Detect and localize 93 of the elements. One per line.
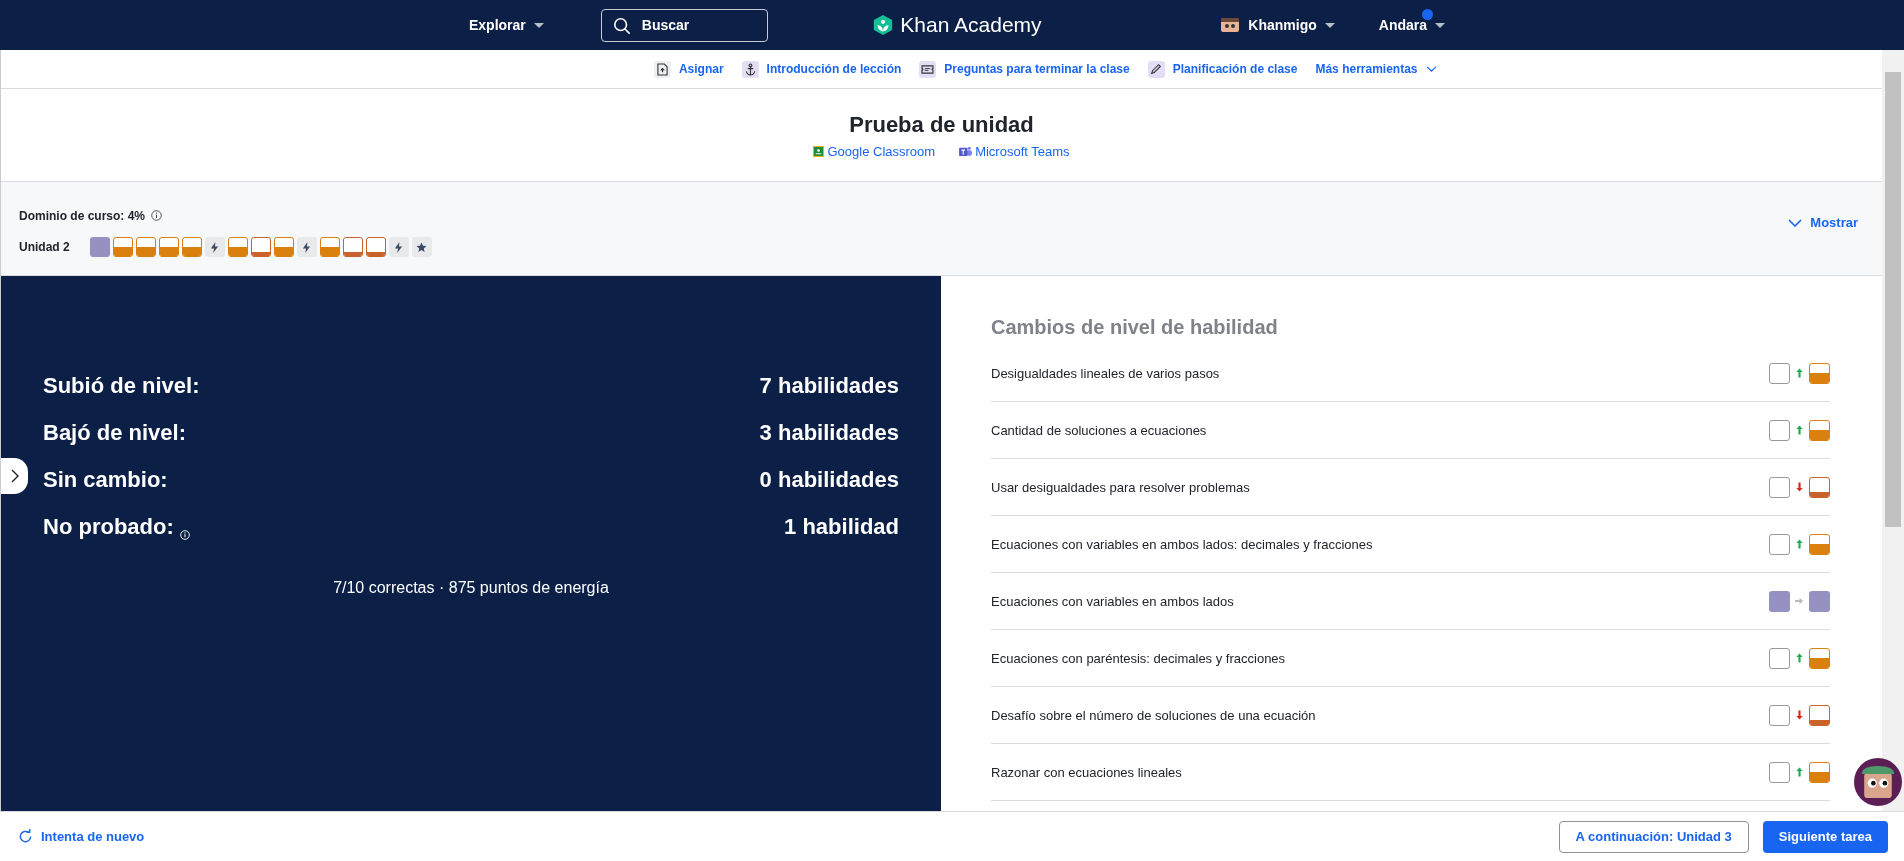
stat-label: Sin cambio:: [43, 467, 168, 493]
teacher-tool-link[interactable]: Preguntas para terminar la clase: [919, 60, 1130, 78]
stat-value: 1 habilidad: [784, 514, 899, 540]
retry-link[interactable]: Intenta de nuevo: [18, 829, 145, 844]
search-icon: [612, 16, 631, 35]
skill-name: Ecuaciones con paréntesis: decimales y fracciones: [991, 650, 1286, 666]
leaf-logo-icon: [872, 13, 895, 37]
skill-name: Ecuaciones con variables en ambos lados: [991, 593, 1234, 609]
chevron-right-icon: [10, 469, 19, 483]
teacher-tool-link[interactable]: Asignar: [653, 60, 724, 78]
mastered-square-icon: [1809, 590, 1830, 612]
info-icon: [179, 530, 190, 540]
arrow-down-icon: [1795, 481, 1804, 493]
proficient-square-icon: [1809, 647, 1830, 669]
document-icon: [653, 60, 671, 78]
site-logo[interactable]: Khan Academy: [872, 13, 1042, 37]
classroom-icon: [813, 145, 825, 157]
skill-name: Ecuaciones con variables en ambos lados: decimales y fracciones: [991, 536, 1373, 552]
stat-label: Subió de nivel:: [43, 373, 200, 399]
empty-square-icon: [1769, 704, 1790, 726]
skill-name: Cantidad de soluciones a ecuaciones: [991, 422, 1207, 438]
lightning-icon[interactable]: [204, 237, 225, 257]
chevron-down-icon: [1788, 218, 1803, 227]
proficient-square-icon[interactable]: [158, 237, 179, 257]
next-unit-button[interactable]: A continuación: Unidad 3: [1558, 820, 1749, 853]
familiar-square-icon[interactable]: [342, 237, 363, 257]
expand-side-tab[interactable]: [1, 458, 28, 494]
empty-square-icon: [1769, 761, 1790, 783]
familiar-square-icon: [1809, 476, 1830, 498]
chevron-down-icon: [1425, 65, 1437, 73]
proficient-square-icon: [1809, 362, 1830, 384]
notification-dot-icon: [1422, 9, 1433, 20]
course-mastery-label: Dominio de curso: 4%: [19, 208, 146, 223]
empty-square-icon: [1769, 476, 1790, 498]
stat-value: 3 habilidades: [759, 420, 899, 446]
share-link[interactable]: Google Classroom: [813, 143, 936, 159]
refresh-icon: [18, 829, 33, 844]
familiar-square-icon[interactable]: [250, 237, 271, 257]
info-icon: [151, 210, 163, 221]
proficient-square-icon: [1809, 533, 1830, 555]
search-field[interactable]: Buscar: [600, 8, 768, 42]
more-tools-menu[interactable]: Más herramientas: [1315, 62, 1437, 76]
skill-name: Usar desigualdades para resolver problemas: [991, 479, 1250, 495]
proficient-square-icon: [1809, 419, 1830, 441]
empty-square-icon: [1769, 647, 1790, 669]
next-task-button[interactable]: Siguiente tarea: [1762, 820, 1888, 853]
empty-square-icon: [1769, 362, 1790, 384]
pencil-icon: [1147, 60, 1165, 78]
arrow-up-icon: [1795, 424, 1804, 436]
caret-icon: [1324, 22, 1335, 28]
skill-name: Razonar con ecuaciones lineales: [991, 764, 1182, 780]
teacher-tool-link[interactable]: Planificación de clase: [1147, 60, 1298, 78]
unit-label: Unidad 2: [19, 240, 70, 254]
stat-value: 0 habilidades: [759, 467, 899, 493]
ticket-icon: [919, 60, 937, 78]
khanmigo-menu[interactable]: Khanmigo: [1218, 11, 1337, 39]
lightning-icon[interactable]: [388, 237, 409, 257]
teams-icon: [959, 145, 973, 157]
familiar-square-icon: [1809, 704, 1830, 726]
stat-value: 7 habilidades: [759, 373, 899, 399]
skill-name: Desafío sobre el número de soluciones de una ecuación: [991, 707, 1316, 723]
explore-menu[interactable]: Explorar: [467, 11, 546, 39]
scrollbar-thumb[interactable]: [1885, 72, 1901, 527]
proficient-square-icon: [1809, 761, 1830, 783]
arrow-down-icon: [1795, 709, 1804, 721]
lightning-icon[interactable]: [296, 237, 317, 257]
proficient-square-icon[interactable]: [112, 237, 133, 257]
arrow-up-icon: [1795, 367, 1804, 379]
arrow-up-icon: [1795, 652, 1804, 664]
scrollbar[interactable]: [1882, 50, 1904, 811]
share-link[interactable]: Microsoft Teams: [959, 143, 1070, 159]
page-title: Prueba de unidad: [849, 111, 1034, 138]
arrow-up-icon: [1795, 538, 1804, 550]
teacher-tool-link[interactable]: Introducción de lección: [741, 60, 902, 78]
arrow-up-icon: [1795, 766, 1804, 778]
stat-label: No probado:: [43, 514, 174, 540]
stat-label: Bajó de nivel:: [43, 420, 187, 446]
familiar-square-icon[interactable]: [365, 237, 386, 257]
empty-square-icon: [1769, 533, 1790, 555]
caret-icon: [1435, 22, 1445, 28]
khanmigo-avatar-button[interactable]: [1854, 758, 1902, 806]
caret-icon: [533, 22, 544, 28]
skill-name: Desigualdades lineales de varios pasos: [991, 365, 1220, 381]
mastered-square-icon: [1769, 590, 1790, 612]
section-title: Cambios de nivel de habilidad: [991, 316, 1279, 339]
show-toggle-button[interactable]: Mostrar: [1782, 214, 1864, 231]
mastered-square-icon[interactable]: [89, 237, 110, 257]
proficient-square-icon[interactable]: [135, 237, 156, 257]
robot-face-icon: [1220, 17, 1241, 33]
empty-square-icon: [1769, 419, 1790, 441]
score-summary: 7/10 correctas · 875 puntos de energía: [332, 579, 610, 597]
user-menu[interactable]: Andara: [1376, 11, 1447, 39]
anchor-icon: [741, 60, 759, 78]
